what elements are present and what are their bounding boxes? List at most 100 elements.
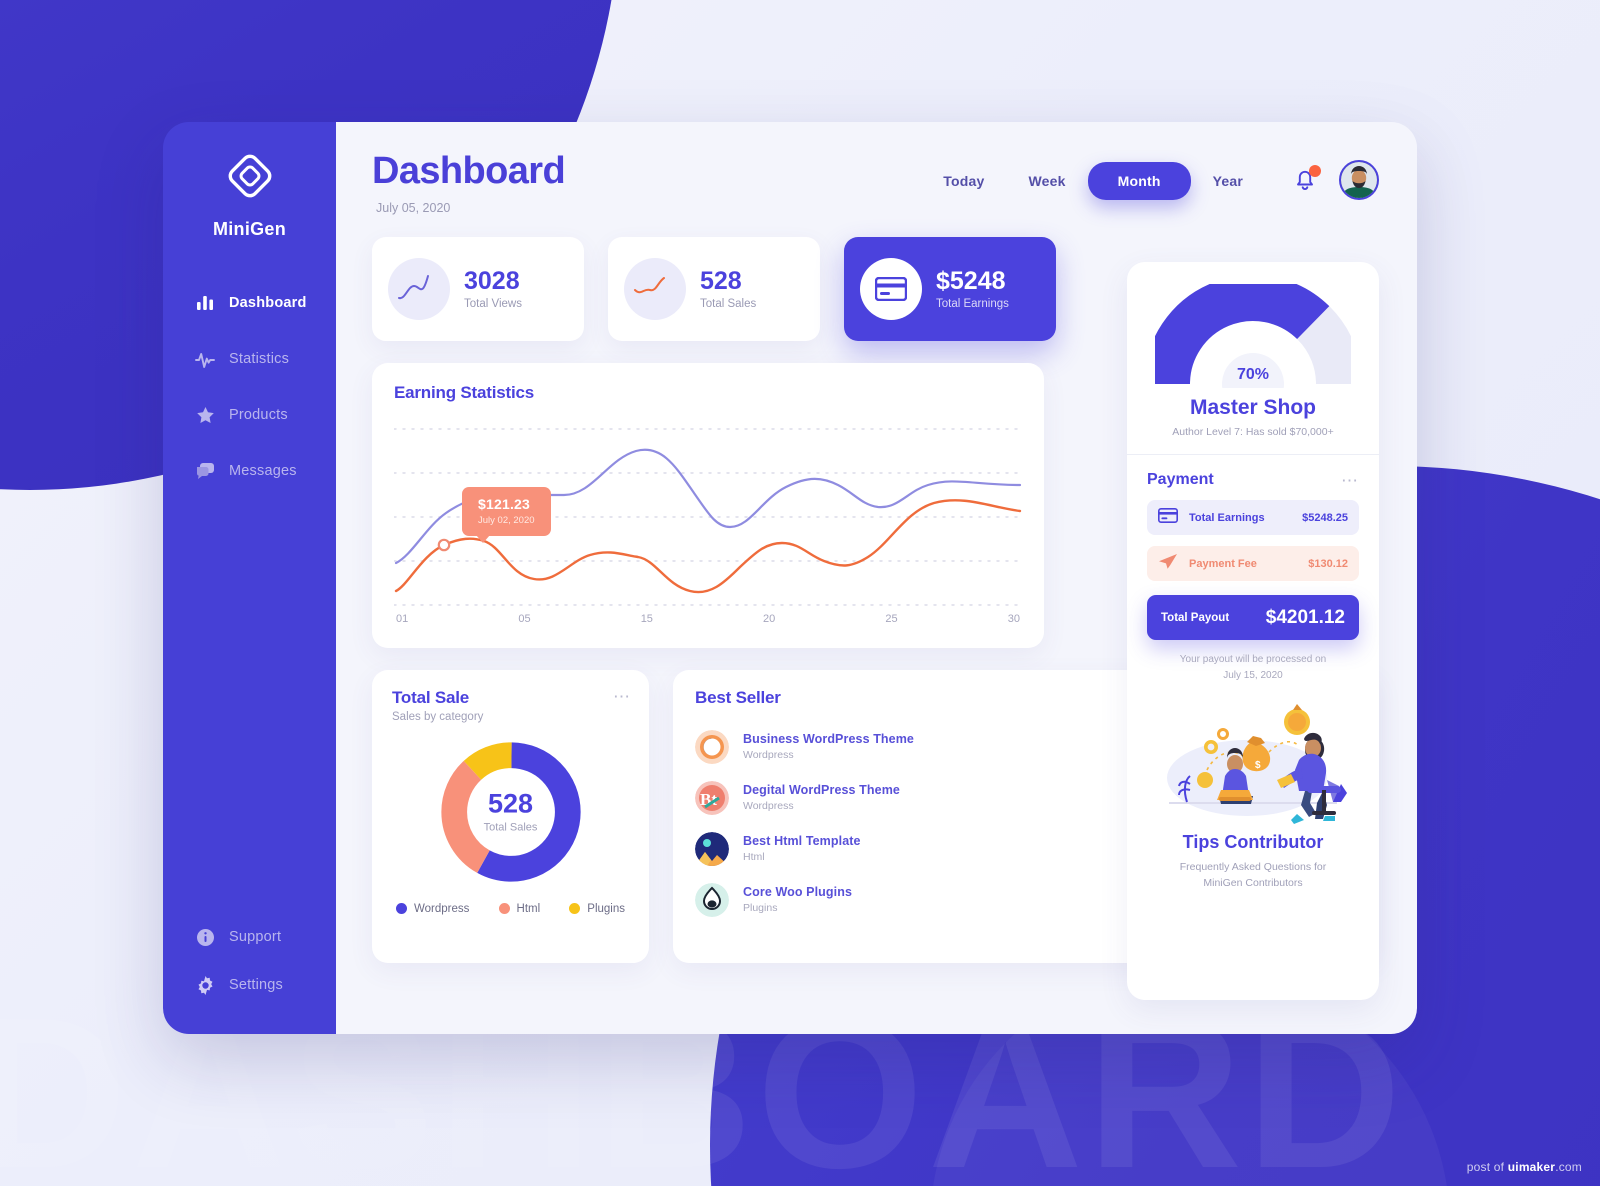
total-sale-subtitle: Sales by category — [392, 710, 484, 723]
gear-icon — [195, 975, 215, 995]
avatar[interactable] — [1339, 160, 1379, 200]
x-tick: 01 — [396, 612, 409, 625]
range-tabs: Today Week Month Year — [921, 162, 1265, 200]
tab-month[interactable]: Month — [1087, 162, 1191, 200]
stat-label: Total Earnings — [936, 298, 1009, 311]
master-shop-gauge: 70% — [1147, 284, 1359, 388]
stat-text: 3028 Total Views — [464, 267, 522, 311]
legend-dot — [569, 903, 581, 915]
legend-label: Plugins — [587, 902, 625, 915]
bar-chart-icon — [195, 293, 215, 313]
divider — [1127, 454, 1379, 455]
payment-row-label: Total Earnings — [1189, 511, 1265, 524]
chart-data-point — [437, 538, 451, 552]
tab-today[interactable]: Today — [921, 163, 1006, 199]
tips-subtitle: Frequently Asked Questions for MiniGen C… — [1147, 859, 1359, 892]
payment-row-label: Payment Fee — [1189, 557, 1257, 570]
sidebar-item-messages[interactable]: Messages — [195, 454, 336, 488]
page-heading: Dashboard July 05, 2020 — [372, 150, 921, 215]
topbar: Dashboard July 05, 2020 Today Week Month… — [372, 150, 1379, 215]
total-sale-title: Total Sale — [392, 687, 470, 707]
payment-row-amount: $130.12 — [1308, 557, 1348, 570]
credit-text: post of uimaker.com — [1467, 1160, 1582, 1174]
stat-card-total-earnings[interactable]: $5248 Total Earnings — [844, 236, 1056, 341]
notifications-button[interactable] — [1293, 165, 1321, 193]
stat-label: Total Sales — [700, 298, 757, 311]
sidebar-item-label: Dashboard — [229, 295, 307, 311]
sidebar-item-products[interactable]: Products — [195, 398, 336, 432]
sidebar-item-label: Settings — [229, 977, 283, 993]
shop-name: Master Shop — [1189, 396, 1317, 419]
mountain-icon — [695, 831, 729, 866]
legend-dot — [396, 903, 407, 915]
stat-label: Total Views — [464, 298, 522, 311]
stat-card-total-views[interactable]: 3028 Total Views — [372, 236, 584, 341]
notification-badge — [1309, 165, 1321, 177]
credit-card-icon — [1158, 507, 1178, 528]
payment-row-payment-fee: Payment Fee $130.12 — [1147, 546, 1359, 581]
payment-row-amount: $5248.25 — [1302, 511, 1348, 524]
page-title: Dashboard — [372, 150, 566, 192]
stat-value: 528 — [700, 266, 742, 295]
tips-subtitle-line2: MiniGen Contributors — [1203, 877, 1303, 890]
svg-text:$: $ — [1255, 760, 1261, 771]
credit-suffix: .com — [1555, 1160, 1582, 1174]
stat-card-total-sales[interactable]: 528 Total Sales — [608, 236, 820, 341]
user-avatar — [1341, 162, 1377, 198]
credit-prefix: post of — [1466, 1160, 1508, 1174]
top-actions — [1293, 160, 1379, 200]
x-tick: 25 — [885, 612, 898, 625]
send-icon — [1158, 553, 1178, 575]
donut-chart: 528 Total Sales — [392, 737, 629, 887]
sidebar-item-support[interactable]: Support — [195, 920, 336, 954]
payout-note-line1: Your payout will be processed on — [1179, 654, 1327, 665]
credit-card-icon — [860, 257, 922, 320]
sidebar-item-label: Products — [229, 407, 288, 423]
tab-week[interactable]: Week — [1007, 163, 1088, 199]
legend-dot — [498, 903, 510, 915]
payout-label: Total Payout — [1161, 611, 1230, 624]
info-icon — [195, 927, 215, 947]
tips-subtitle-line1: Frequently Asked Questions for — [1179, 861, 1327, 873]
legend-label: Wordpress — [414, 902, 470, 915]
brand: MiniGen — [163, 150, 336, 240]
payment-row-total-earnings: Total Earnings $5248.25 — [1147, 500, 1359, 535]
woo-icon — [695, 882, 729, 917]
tips-title: Tips Contributor — [1182, 832, 1324, 852]
shop-subtitle: Author Level 7: Has sold $70,000+ — [1172, 426, 1334, 438]
chart-x-axis: 01 05 15 20 25 30 — [394, 613, 1022, 625]
x-tick: 30 — [1007, 612, 1020, 625]
legend-label: Html — [516, 902, 541, 915]
credit-brand: uimaker — [1507, 1160, 1556, 1174]
sidebar-item-statistics[interactable]: Statistics — [195, 342, 336, 376]
bt-logo-icon: Bt — [695, 780, 729, 815]
stat-value: $5248 — [936, 266, 1006, 295]
x-tick: 05 — [518, 612, 531, 625]
ellipsis-icon[interactable]: ⋯ — [1341, 472, 1359, 489]
payment-title: Payment — [1147, 471, 1214, 488]
sidebar-item-label: Statistics — [229, 351, 290, 367]
sidebar-item-dashboard[interactable]: Dashboard — [195, 286, 336, 320]
legend-item-wordpress: Wordpress — [396, 903, 469, 915]
total-sale-card: Total Sale Sales by category ⋯ 528 Total… — [372, 669, 649, 963]
payment-header: Payment ⋯ — [1147, 471, 1359, 489]
sidebar-item-label: Messages — [229, 463, 297, 479]
tab-year[interactable]: Year — [1191, 163, 1265, 199]
x-tick: 20 — [763, 612, 776, 625]
donut-legend: Wordpress Html Plugins — [392, 903, 629, 915]
line-spark-orange — [624, 257, 686, 320]
sidebar-item-settings[interactable]: Settings — [195, 968, 336, 1002]
illustration-svg: $ — [1167, 704, 1347, 824]
legend-item-html: Html — [498, 902, 541, 915]
total-payout-row: Total Payout $4201.12 — [1147, 595, 1359, 640]
earning-statistics-card: Earning Statistics $121.23 July 02, 2020… — [372, 362, 1044, 648]
legend-item-plugins: Plugins — [569, 903, 625, 915]
ellipsis-icon[interactable]: ⋯ — [613, 688, 631, 705]
earning-title: Earning Statistics — [394, 382, 534, 402]
page-date: July 05, 2020 — [376, 200, 451, 215]
payout-note-line2: July 15, 2020 — [1223, 670, 1283, 681]
main-content: Dashboard July 05, 2020 Today Week Month… — [336, 122, 1417, 1034]
sidebar-bottom-nav: Support Settings — [163, 920, 336, 1016]
right-panel: 70% Master Shop Author Level 7: Has sold… — [1127, 262, 1379, 1000]
sidebar-item-label: Support — [229, 929, 282, 945]
